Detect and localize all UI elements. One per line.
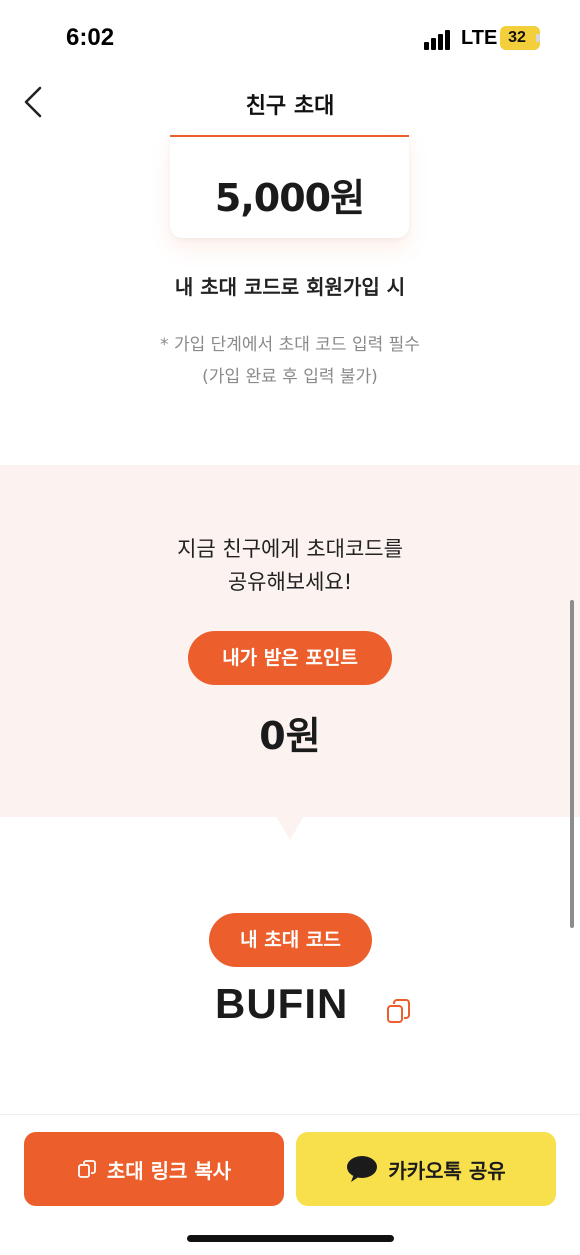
reward-amount: 5,000원 [214, 176, 365, 220]
battery-level: 32 [508, 29, 526, 46]
kakao-share-label: 카카오톡 공유 [388, 1158, 506, 1183]
section-pointer [276, 816, 304, 840]
kakao-share-button[interactable]: 카카오톡 공유 [296, 1132, 556, 1206]
battery-icon: 32 [500, 26, 540, 50]
copy-invite-link-button[interactable]: 초대 링크 복사 [24, 1132, 284, 1206]
copy-icon [387, 999, 410, 1023]
copy-invite-link-label: 초대 링크 복사 [106, 1158, 232, 1183]
page-title: 친구 초대 [245, 94, 335, 119]
scrollbar-thumb[interactable] [570, 600, 574, 928]
points-value: 0원 [259, 714, 321, 758]
points-label-badge: 내가 받은 포인트 [188, 631, 392, 685]
reward-note-line2: (가입 완료 후 입력 불가) [202, 367, 378, 387]
network-type: LTE [461, 27, 498, 49]
speech-bubble-icon [347, 1156, 378, 1182]
signal-strength-icon [424, 28, 454, 50]
reward-description: 내 초대 코드로 회원가입 시 [174, 275, 406, 299]
home-indicator [187, 1235, 394, 1242]
invite-code-label-badge: 내 초대 코드 [209, 913, 372, 967]
nav-header: 친구 초대 [0, 78, 580, 128]
status-time: 6:02 [66, 24, 115, 51]
status-bar: 6:02 LTE 32 [0, 0, 580, 78]
share-message-line1: 지금 친구에게 초대코드를 [177, 537, 403, 561]
reward-card: 5,000원 [170, 135, 409, 238]
copy-code-button[interactable] [384, 996, 414, 1026]
copy-icon [77, 1160, 96, 1178]
reward-note-line1: * 가입 단계에서 초대 코드 입력 필수 [160, 335, 420, 355]
invite-code-value: BUFIN [215, 980, 349, 1027]
share-message-line2: 공유해보세요! [227, 570, 353, 594]
invite-code-row: BUFIN [0, 980, 580, 1036]
